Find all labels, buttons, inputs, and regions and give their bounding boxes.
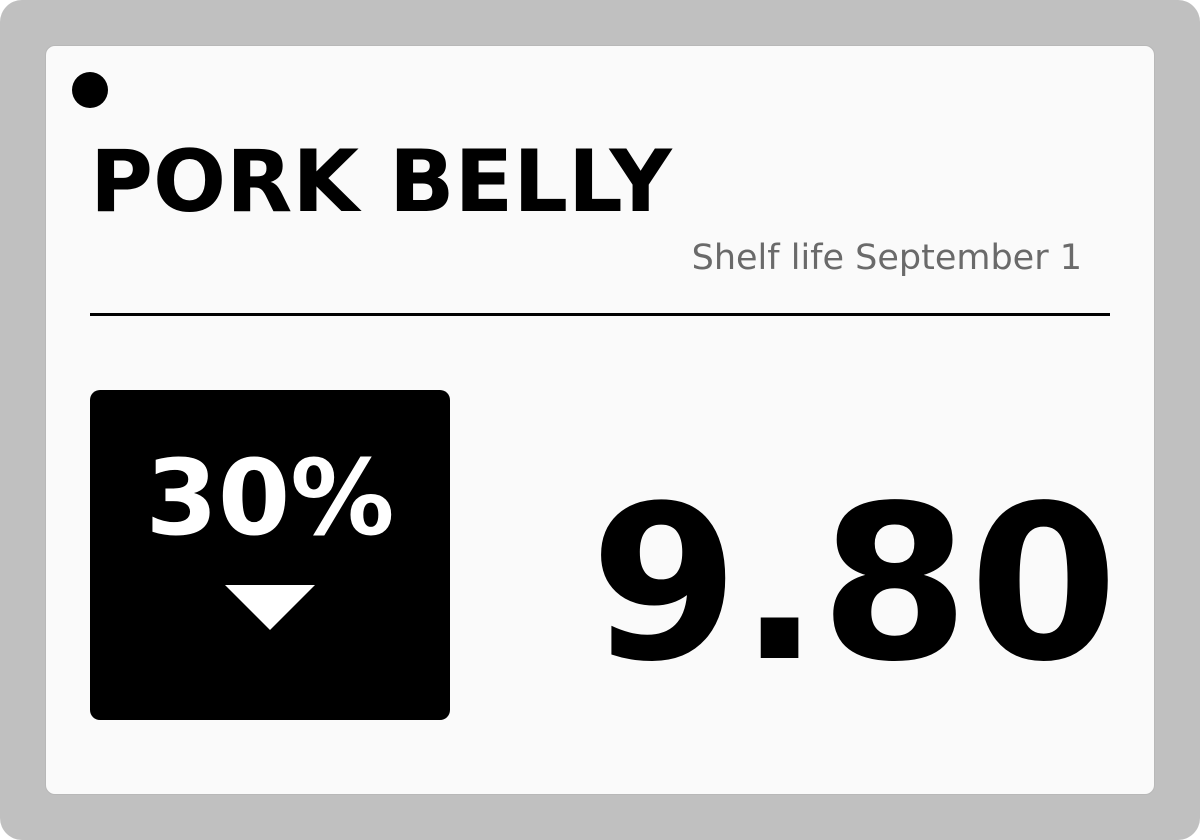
down-arrow-icon	[225, 585, 315, 630]
discount-percent: 30%	[145, 437, 395, 559]
discount-badge: 30%	[90, 390, 450, 720]
shelf-life-date: Shelf life September 1	[691, 238, 1082, 278]
price: 9.80	[590, 460, 1118, 709]
status-dot-icon	[72, 72, 108, 108]
product-name: PORK BELLY	[90, 132, 672, 232]
divider	[90, 313, 1110, 316]
